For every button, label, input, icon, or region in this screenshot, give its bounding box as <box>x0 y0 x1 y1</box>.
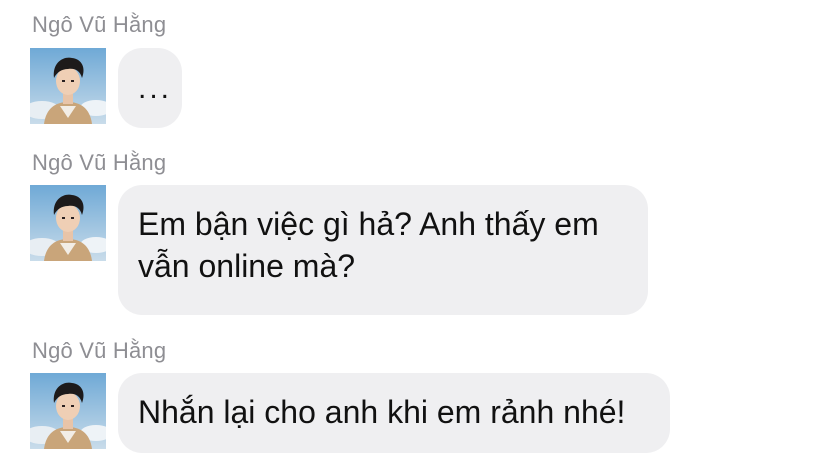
avatar[interactable] <box>30 373 106 449</box>
sender-name: Ngô Vũ Hằng <box>32 150 167 175</box>
message-group: Ngô Vũ Hằng ... <box>0 12 828 132</box>
message-bubble[interactable]: Nhắn lại cho anh khi em rảnh nhé! <box>118 373 670 453</box>
message-bubble[interactable]: Em bận việc gì hả? Anh thấy em vẫn onlin… <box>118 185 648 315</box>
avatar-image <box>30 185 106 261</box>
chat-thread: Ngô Vũ Hằng ... Ngô Vũ Hằng Em bận việc … <box>0 0 828 465</box>
message-bubble[interactable]: ... <box>118 48 182 128</box>
avatar-image <box>30 373 106 449</box>
avatar-image <box>30 48 106 124</box>
message-group: Ngô Vũ Hằng Em bận việc gì hả? Anh thấy … <box>0 150 828 320</box>
avatar[interactable] <box>30 185 106 261</box>
avatar[interactable] <box>30 48 106 124</box>
message-group: Ngô Vũ Hằng Nhắn lại cho anh khi em rảnh… <box>0 338 828 458</box>
sender-name: Ngô Vũ Hằng <box>32 12 167 37</box>
sender-name: Ngô Vũ Hằng <box>32 338 167 363</box>
